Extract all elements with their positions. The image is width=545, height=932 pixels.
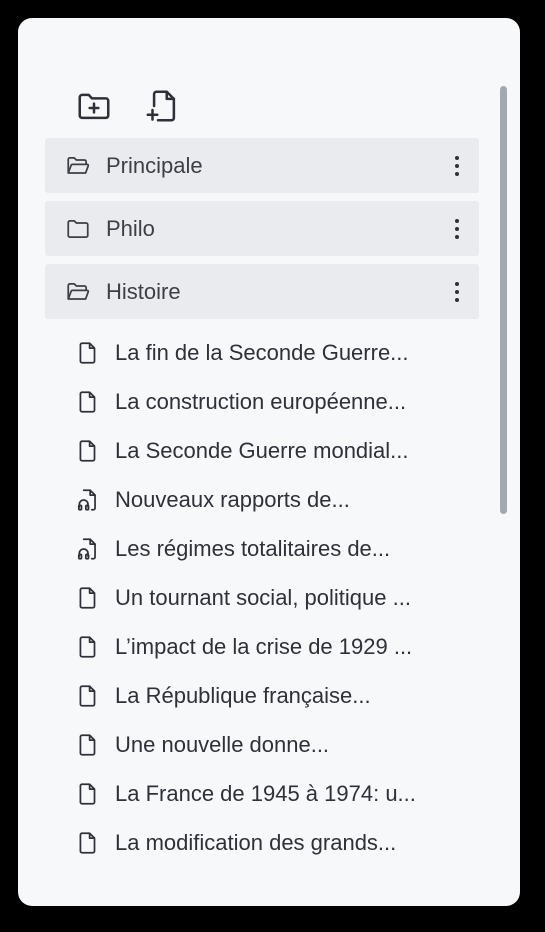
- file-icon: [75, 438, 101, 464]
- file-label: La modification des grands...: [115, 829, 397, 855]
- file-label: Un tournant social, politique ...: [115, 584, 411, 610]
- folder-label: Philo: [106, 215, 155, 241]
- folder-item-principale[interactable]: Principale: [45, 138, 479, 193]
- file-label: La Seconde Guerre mondial...: [115, 437, 409, 463]
- file-item[interactable]: L’impact de la crise de 1929 ...: [45, 622, 479, 671]
- file-label: La construction européenne...: [115, 388, 407, 414]
- file-tree: Principale Philo Histoire La fin de la S…: [45, 138, 479, 867]
- file-label: Les régimes totalitaires de...: [115, 535, 391, 561]
- file-icon: [75, 389, 101, 415]
- file-item[interactable]: La France de 1945 à 1974: u...: [45, 769, 479, 818]
- new-file-button[interactable]: [142, 86, 182, 126]
- file-plus-icon: [146, 90, 176, 122]
- folder-open-icon: [65, 153, 91, 179]
- file-item[interactable]: Nouveaux rapports de...: [45, 475, 479, 524]
- file-label: Une nouvelle donne...: [115, 731, 330, 757]
- file-item[interactable]: Les régimes totalitaires de...: [45, 524, 479, 573]
- scrollbar-thumb[interactable]: [500, 86, 507, 514]
- file-item[interactable]: La modification des grands...: [45, 818, 479, 867]
- folder-open-icon: [65, 279, 91, 305]
- file-icon: [75, 830, 101, 856]
- file-icon: [75, 340, 101, 366]
- file-item[interactable]: La République française...: [45, 671, 479, 720]
- file-icon: [75, 585, 101, 611]
- file-item[interactable]: Un tournant social, politique ...: [45, 573, 479, 622]
- kebab-menu-icon[interactable]: [447, 150, 467, 181]
- file-icon: [75, 634, 101, 660]
- file-icon: [75, 732, 101, 758]
- kebab-menu-icon[interactable]: [447, 276, 467, 307]
- file-item[interactable]: Une nouvelle donne...: [45, 720, 479, 769]
- file-icon: [75, 781, 101, 807]
- file-label: Nouveaux rapports de...: [115, 486, 350, 512]
- folder-label: Principale: [106, 152, 203, 178]
- audio-file-icon: [75, 536, 101, 562]
- folder-plus-icon: [78, 93, 110, 120]
- file-list: La fin de la Seconde Guerre... La constr…: [45, 327, 479, 867]
- file-label: La fin de la Seconde Guerre...: [115, 339, 409, 365]
- folder-item-histoire[interactable]: Histoire: [45, 264, 479, 319]
- file-item[interactable]: La construction européenne...: [45, 377, 479, 426]
- toolbar: [74, 86, 210, 126]
- file-label: La France de 1945 à 1974: u...: [115, 780, 416, 806]
- file-label: La République française...: [115, 682, 371, 708]
- kebab-menu-icon[interactable]: [447, 213, 467, 244]
- new-folder-button[interactable]: [74, 86, 114, 126]
- folder-item-philo[interactable]: Philo: [45, 201, 479, 256]
- folder-label: Histoire: [106, 278, 181, 304]
- file-tree-panel: Principale Philo Histoire La fin de la S…: [18, 18, 520, 906]
- folder-icon: [65, 216, 91, 242]
- file-item[interactable]: La fin de la Seconde Guerre...: [45, 328, 479, 377]
- file-label: L’impact de la crise de 1929 ...: [115, 633, 413, 659]
- file-icon: [75, 683, 101, 709]
- audio-file-icon: [75, 487, 101, 513]
- file-item[interactable]: La Seconde Guerre mondial...: [45, 426, 479, 475]
